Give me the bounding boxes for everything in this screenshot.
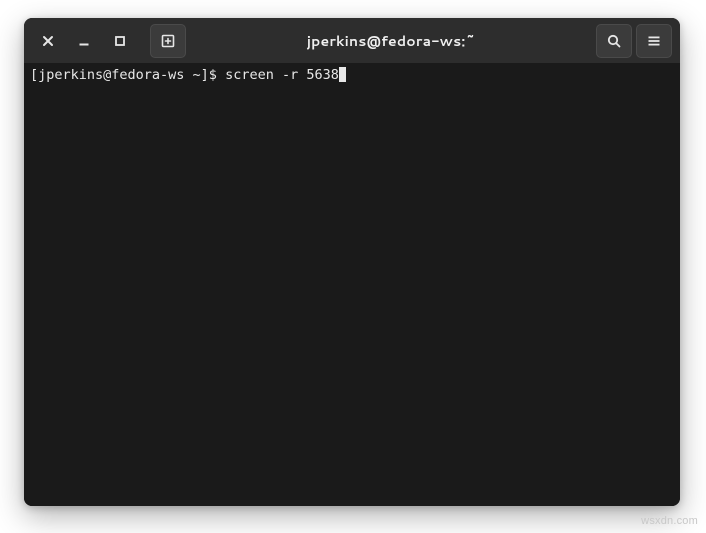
maximize-icon [114,35,126,47]
terminal-viewport[interactable]: [jperkins@fedora-ws ~]$ screen -r 5638 [24,64,680,506]
titlebar[interactable]: jperkins@fedora-ws:~ [24,18,680,64]
window-title: jperkins@fedora-ws:~ [190,31,592,51]
terminal-window: jperkins@fedora-ws:~ [jperkins@fedora-ws… [24,18,680,506]
close-button[interactable] [32,25,64,57]
new-tab-button[interactable] [150,24,186,58]
close-icon [42,35,54,47]
command-input[interactable]: screen -r 5638 [225,67,339,83]
maximize-button[interactable] [104,25,136,57]
minimize-icon [78,35,90,47]
hamburger-menu-button[interactable] [636,24,672,58]
shell-prompt: [jperkins@fedora-ws ~]$ [30,67,225,83]
minimize-button[interactable] [68,25,100,57]
hamburger-icon [646,33,662,49]
search-icon [606,33,622,49]
watermark: wsxdn.com [641,515,698,527]
cursor [339,67,346,82]
search-button[interactable] [596,24,632,58]
new-tab-icon [160,33,176,49]
